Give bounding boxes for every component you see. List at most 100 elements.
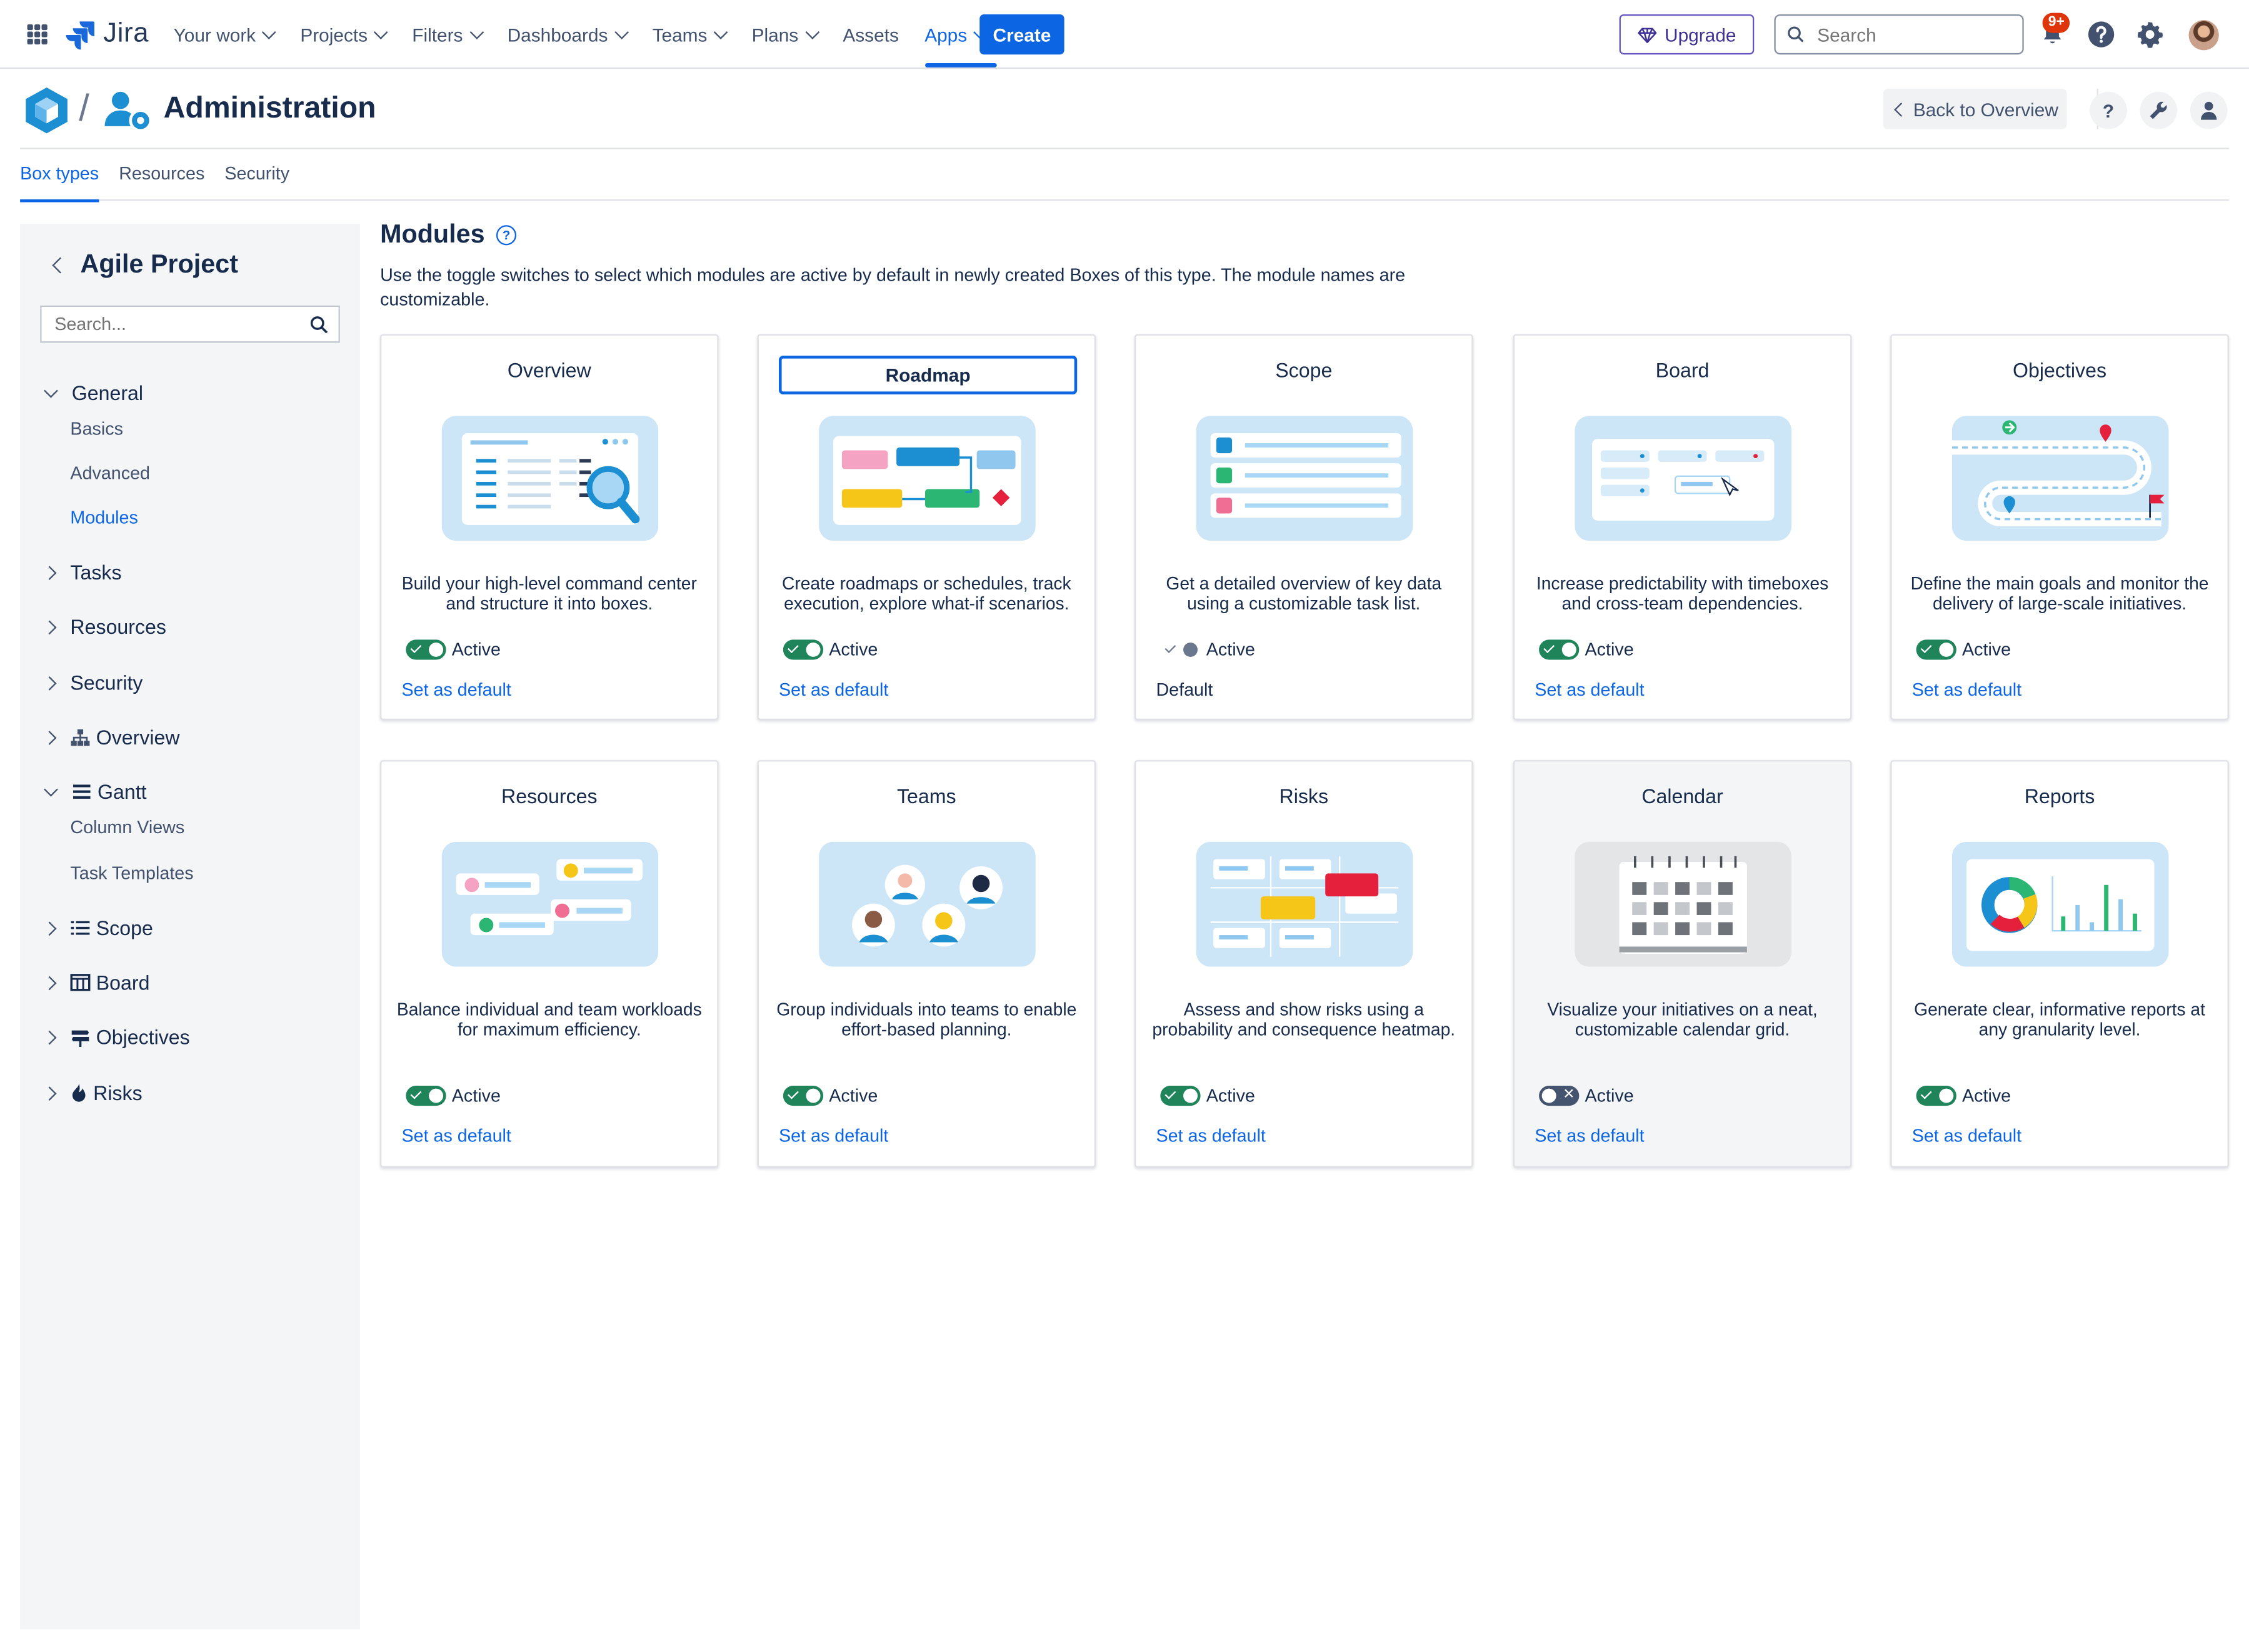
global-search[interactable] [1774, 14, 2024, 55]
help-icon[interactable] [2085, 19, 2116, 50]
search-icon[interactable] [310, 316, 329, 334]
nav-item-filters[interactable]: Filters [412, 20, 493, 49]
person-icon[interactable] [2190, 91, 2228, 129]
sidebar-item-general[interactable]: General [43, 379, 143, 408]
user-avatar[interactable] [2188, 20, 2219, 51]
module-name[interactable]: Objectives [1892, 359, 2228, 382]
active-toggle[interactable] [1539, 639, 1580, 660]
set-as-default-link[interactable]: Set as default [1912, 1126, 2021, 1146]
hierarchy-icon [70, 728, 90, 747]
nav-item-projects[interactable]: Projects [300, 20, 398, 49]
app-switcher-icon[interactable] [27, 24, 48, 45]
sidebar-item-label: Security [70, 671, 143, 694]
sidebar-item-gantt[interactable]: Gantt [43, 778, 147, 806]
chevron-right-icon[interactable] [42, 675, 57, 690]
active-toggle[interactable] [783, 1086, 824, 1106]
product-name: Jira [103, 18, 149, 49]
active-toggle[interactable] [406, 639, 446, 660]
set-as-default-link[interactable]: Set as default [779, 1126, 888, 1146]
set-as-default-link[interactable]: Set as default [1535, 680, 1644, 700]
back-to-overview-button[interactable]: Back to Overview [1883, 89, 2067, 129]
sidebar-header[interactable]: Agile Project [49, 249, 238, 279]
chevron-right-icon[interactable] [42, 975, 57, 990]
upgrade-button[interactable]: Upgrade [1619, 14, 1755, 55]
chevron-right-icon[interactable] [42, 565, 57, 579]
sidebar-item-risks[interactable]: Risks [42, 1079, 143, 1108]
nav-item-teams[interactable]: Teams [653, 20, 738, 49]
nav-item-plans[interactable]: Plans [752, 20, 829, 49]
chevron-right-icon[interactable] [42, 730, 57, 744]
module-card-scope: Scope Get a detailed overview of key data… [1135, 334, 1473, 720]
info-question-icon[interactable]: ? [496, 224, 517, 245]
module-toggle-row: Active [1916, 1086, 2011, 1106]
set-as-default-link[interactable]: Set as default [401, 680, 511, 700]
module-name[interactable]: Teams [759, 784, 1094, 808]
create-button[interactable]: Create [979, 14, 1064, 55]
sidebar-item-tasks[interactable]: Tasks [42, 558, 122, 587]
module-name-input[interactable] [778, 356, 1078, 395]
set-as-default-link[interactable]: Set as default [779, 680, 888, 700]
sidebar-title: Agile Project [80, 249, 238, 279]
active-toggle[interactable]: ✕ [1539, 1086, 1580, 1106]
module-toggle-row: Active [783, 1086, 878, 1106]
module-toggle-row: Active [406, 1086, 501, 1106]
nav-item-label: Projects [300, 23, 368, 46]
global-search-input[interactable] [1814, 22, 2007, 47]
module-toggle-row: ✕ Active [1539, 1086, 1634, 1106]
sidebar-search-input[interactable] [51, 313, 301, 336]
chevron-right-icon[interactable] [42, 1029, 57, 1044]
active-toggle[interactable] [406, 1086, 446, 1106]
sidebar-search[interactable] [40, 305, 340, 343]
set-as-default-link[interactable]: Set as default [401, 1126, 511, 1146]
sidebar-subitem-task-templates[interactable]: Task Templates [70, 863, 193, 889]
wrench-icon[interactable] [2140, 91, 2178, 129]
sidebar-item-resources[interactable]: Resources [42, 613, 166, 641]
sidebar-subitem-modules[interactable]: Modules [70, 508, 138, 533]
sidebar-item-label: Tasks [70, 561, 122, 584]
checkmark-icon [410, 642, 422, 653]
chevron-right-icon[interactable] [42, 619, 57, 634]
nav-item-assets[interactable]: Assets [843, 20, 910, 49]
sidebar-item-objectives[interactable]: Objectives [42, 1023, 190, 1051]
nav-item-dashboards[interactable]: Dashboards [508, 20, 638, 49]
sidebar-item-board[interactable]: Board [42, 968, 149, 997]
module-name[interactable]: Risks [1136, 784, 1471, 808]
sidebar-item-security[interactable]: Security [42, 668, 143, 697]
modules-title: Modules [380, 219, 485, 248]
active-toggle[interactable] [1916, 1086, 1956, 1106]
module-name[interactable]: Reports [1892, 784, 2228, 808]
module-name[interactable]: Resources [381, 784, 717, 808]
active-label: Active [1962, 1086, 2011, 1106]
active-toggle[interactable] [783, 639, 824, 660]
tab-security[interactable]: Security [224, 149, 289, 201]
module-name[interactable]: Board [1515, 359, 1850, 382]
chevron-down-icon[interactable] [44, 383, 58, 398]
active-label: Active [1585, 639, 1634, 660]
chevron-down-icon[interactable] [44, 781, 58, 796]
sidebar-subitem-advanced[interactable]: Advanced [70, 463, 150, 489]
settings-gear-icon[interactable] [2134, 19, 2165, 50]
risks-matrix-illustration [1196, 841, 1413, 967]
default-badge: Default [1156, 679, 1213, 700]
sidebar-subitem-column-views[interactable]: Column Views [70, 818, 184, 843]
set-as-default-link[interactable]: Set as default [1912, 680, 2021, 700]
tab-resources[interactable]: Resources [119, 149, 204, 201]
nav-item-your-work[interactable]: Your work [174, 20, 286, 49]
module-name[interactable]: Scope [1136, 359, 1471, 382]
upgrade-label: Upgrade [1665, 23, 1736, 46]
module-name[interactable]: Overview [381, 359, 717, 382]
chevron-right-icon[interactable] [42, 921, 57, 935]
help-question-icon[interactable]: ? [2090, 91, 2127, 129]
active-toggle[interactable] [1916, 639, 1956, 660]
set-as-default-link[interactable]: Set as default [1156, 1126, 1265, 1146]
chevron-right-icon[interactable] [42, 1086, 57, 1100]
active-toggle[interactable] [1160, 1086, 1201, 1106]
set-as-default-link[interactable]: Set as default [1535, 1126, 1644, 1146]
sidebar-item-scope[interactable]: Scope [42, 914, 153, 943]
sidebar-item-overview[interactable]: Overview [42, 723, 180, 751]
checkmark-icon [787, 642, 799, 653]
jira-logo[interactable]: Jira [64, 18, 149, 52]
tab-box-types[interactable]: Box types [20, 149, 99, 203]
sidebar-subitem-basics[interactable]: Basics [70, 419, 123, 444]
module-name[interactable]: Calendar [1515, 784, 1850, 808]
